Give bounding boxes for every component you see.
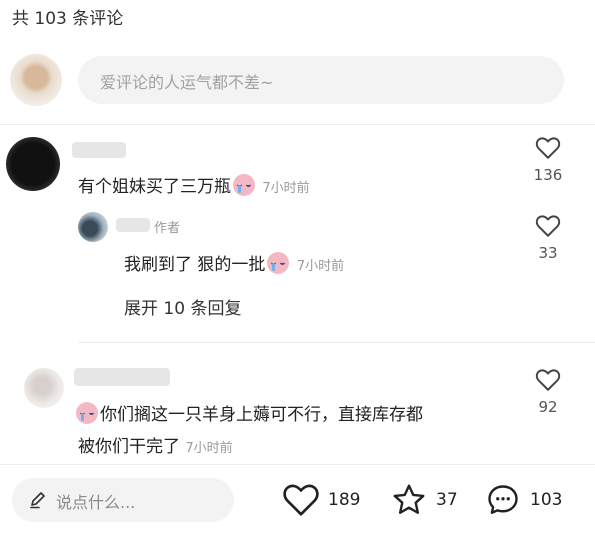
bottom-input-placeholder: 说点什么... (56, 493, 136, 512)
comment-input-placeholder: 爱评论的人运气都不差~ (100, 73, 274, 92)
reply-like-button[interactable]: 33 (526, 214, 570, 262)
comment-text-line-1: 你们搁这一只羊身上薅可不行，直接库存都 (74, 400, 423, 425)
favorite-total: 37 (436, 490, 458, 510)
like-action-button[interactable]: 189 (282, 482, 360, 518)
pencil-icon (30, 492, 45, 509)
comment-total: 103 (530, 490, 563, 510)
reply-avatar[interactable] (78, 212, 108, 242)
comment-avatar[interactable] (6, 137, 60, 191)
favorite-action-button[interactable]: 37 (390, 482, 458, 518)
divider (0, 464, 595, 465)
comment-time: 7小时前 (262, 181, 310, 196)
like-count: 136 (533, 166, 563, 184)
heart-icon (283, 484, 319, 516)
current-user-avatar (10, 54, 62, 106)
comment-avatar[interactable] (24, 368, 64, 408)
like-count: 92 (538, 398, 558, 416)
bottom-comment-input[interactable]: 说点什么... (12, 478, 234, 522)
reply-username-blurred[interactable] (116, 218, 150, 232)
crying-emoji-icon (76, 402, 98, 424)
comments-count-title: 共 103 条评论 (12, 9, 124, 29)
comment-bubble-icon (488, 485, 518, 514)
heart-icon (535, 215, 561, 237)
divider (78, 342, 595, 343)
comment-input[interactable]: 爱评论的人运气都不差~ (78, 56, 564, 104)
like-count: 33 (538, 244, 558, 262)
like-total: 189 (328, 490, 361, 510)
reply-time: 7小时前 (296, 259, 345, 274)
comment-username-blurred[interactable] (74, 368, 170, 386)
author-tag: 作者 (154, 221, 181, 236)
divider (0, 124, 595, 125)
comment-text-line-2: 被你们干完了 7小时前 (78, 437, 233, 457)
comment-like-button[interactable]: 136 (526, 136, 570, 184)
heart-icon (535, 137, 561, 159)
comment-action-button[interactable]: 103 (484, 482, 562, 518)
star-icon (393, 484, 425, 514)
comment-username-blurred[interactable] (72, 142, 126, 158)
comment-like-button[interactable]: 92 (526, 368, 570, 416)
comment-time: 7小时前 (185, 441, 233, 456)
expand-replies-link[interactable]: 展开 10 条回复 (124, 294, 241, 319)
heart-icon (535, 369, 561, 391)
reply-text: 我刷到了 狠的一批 7小时前 (124, 250, 344, 275)
comment-text: 有个姐妹买了三万瓶 7小时前 (78, 172, 310, 197)
crying-emoji-icon (267, 252, 290, 274)
crying-emoji-icon (233, 174, 255, 196)
